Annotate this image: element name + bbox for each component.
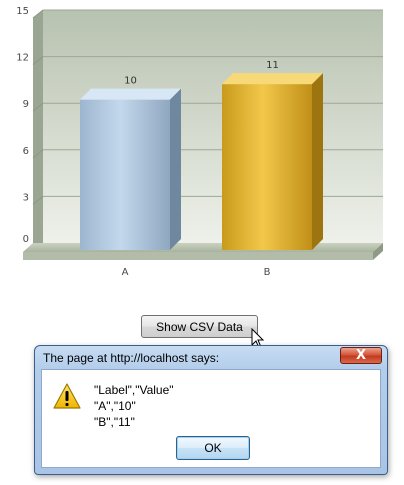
y-tick-label: 9 — [23, 99, 29, 110]
bar-top — [80, 88, 181, 100]
data-label: 10 — [124, 76, 137, 87]
y-axis-ticks: 0 3 6 9 12 15 — [16, 6, 29, 245]
bar-top — [222, 73, 323, 85]
ok-button[interactable]: OK — [176, 436, 250, 460]
dialog-title: The page at http://localhost says: — [43, 351, 220, 365]
dialog-message: "Label","Value" "A","10" "B","11" — [94, 382, 174, 430]
bar-side — [312, 73, 323, 250]
bar-A: 10 — [80, 76, 181, 251]
bar-front — [222, 84, 312, 250]
bar-chart: 03691215 1011 AB — [16, 6, 383, 278]
message-line: "Label","Value" — [94, 383, 174, 397]
bar-B: 11 — [222, 60, 323, 250]
alert-dialog: The page at http://localhost says: X "La… — [34, 345, 388, 475]
close-icon: X — [355, 348, 367, 363]
bar-side — [170, 88, 181, 251]
x-category-label: A — [122, 267, 129, 278]
bar-front — [80, 99, 170, 251]
message-line: "A","10" — [94, 399, 136, 413]
data-label: 11 — [266, 60, 279, 71]
y-tick-label: 3 — [23, 192, 29, 203]
warning-icon — [53, 383, 81, 409]
show-csv-data-button[interactable]: Show CSV Data — [141, 315, 258, 338]
plot-left-wall — [33, 10, 43, 251]
x-axis-categories: AB — [122, 267, 271, 278]
y-tick-label: 6 — [23, 146, 29, 157]
dialog-body: "Label","Value" "A","10" "B","11" OK — [41, 369, 381, 468]
y-tick-label: 12 — [16, 53, 29, 64]
plot-floor — [23, 243, 383, 252]
dialog-close-button[interactable]: X — [340, 347, 382, 364]
y-tick-label: 0 — [23, 234, 29, 245]
message-line: "B","11" — [94, 415, 135, 429]
y-tick-label: 15 — [16, 6, 29, 17]
plot-floor-front — [23, 252, 373, 260]
x-category-label: B — [264, 267, 271, 278]
